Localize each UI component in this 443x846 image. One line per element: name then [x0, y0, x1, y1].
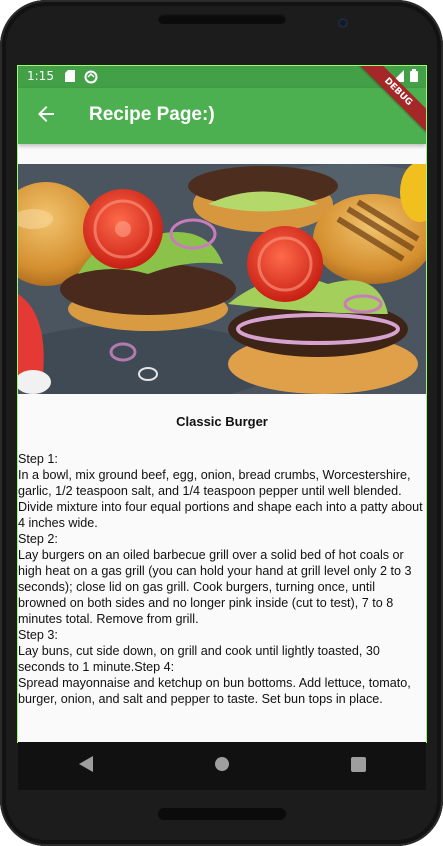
phone-screen: 1:15 Recipe Page:) DEBUG Classic Burger … — [17, 65, 427, 743]
back-triangle-icon — [79, 756, 93, 776]
recipe-title: Classic Burger — [176, 414, 268, 429]
sd-card-icon — [65, 70, 75, 85]
sync-icon — [84, 70, 98, 87]
nav-recents-button[interactable] — [338, 746, 378, 786]
system-nav-bar — [18, 742, 426, 790]
home-circle-icon — [214, 756, 230, 776]
nav-home-button[interactable] — [202, 746, 242, 786]
recipe-content: Classic Burger Step 1: In a bowl, mix gr… — [18, 144, 426, 742]
battery-icon — [410, 69, 418, 85]
arrow-left-icon — [37, 105, 55, 127]
app-bar: Recipe Page:) — [18, 88, 426, 144]
nav-back-button[interactable] — [66, 746, 106, 786]
burger-photo — [18, 164, 426, 394]
front-camera — [338, 18, 348, 28]
recipe-instructions: Step 1: In a bowl, mix ground beef, egg,… — [18, 452, 423, 706]
top-speaker — [158, 14, 286, 24]
page-title: Recipe Page:) — [89, 104, 215, 125]
recents-square-icon — [350, 756, 366, 776]
bottom-speaker — [158, 808, 286, 820]
status-time: 1:15 — [27, 69, 54, 83]
back-button[interactable] — [32, 102, 60, 130]
